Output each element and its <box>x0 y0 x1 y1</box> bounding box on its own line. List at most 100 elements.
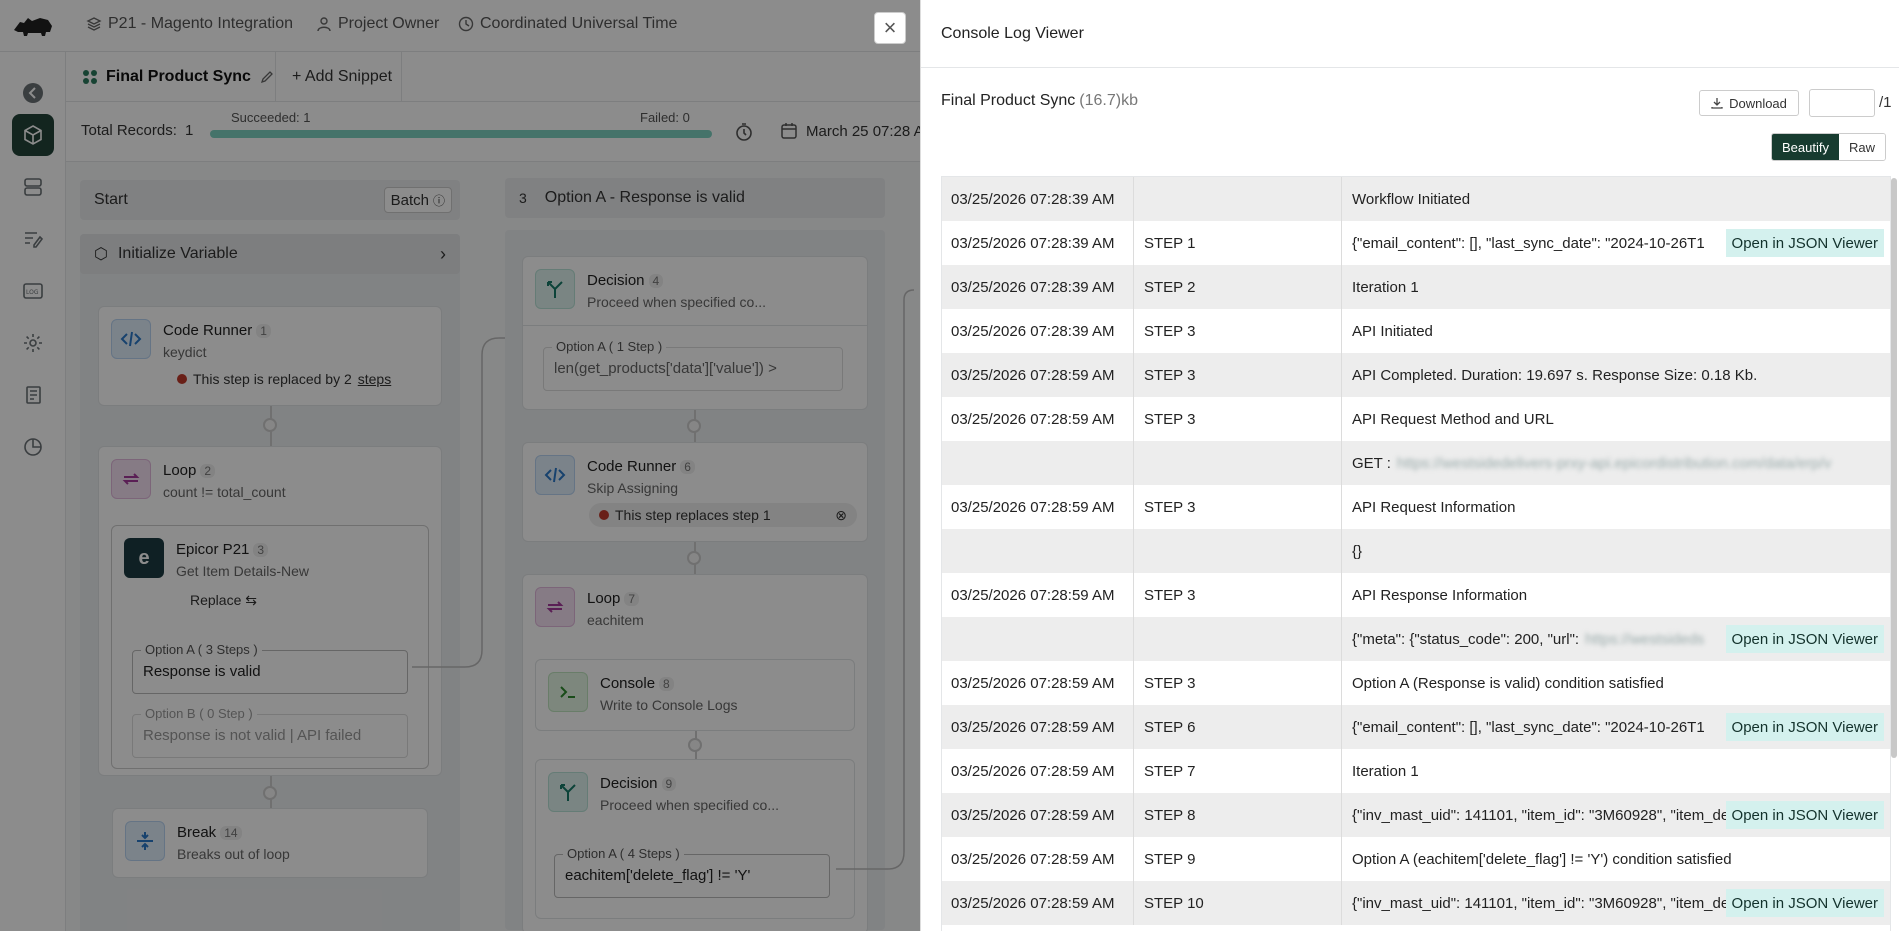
log-message-text: Option A (eachitem['delete_flag'] != 'Y'… <box>1352 850 1732 868</box>
log-row: 03/25/2026 07:28:59 AM STEP 10 {"inv_mast_… <box>942 881 1890 925</box>
log-step: STEP 3 <box>1134 397 1342 441</box>
log-message: {} <box>1342 529 1890 573</box>
log-message-text: Iteration 1 <box>1352 762 1419 780</box>
workflow-app: P21 - Magento Integration Project Owner … <box>0 0 920 931</box>
log-message-text: {"email_content": [], "last_sync_date": … <box>1352 718 1705 736</box>
page-number-input[interactable] <box>1809 89 1875 117</box>
log-row: 03/25/2026 07:28:59 AM STEP 9 Option A (ea… <box>942 837 1890 881</box>
log-row: {"meta": {"status_code": 200, "url": http… <box>942 617 1890 661</box>
log-timestamp: 03/25/2026 07:28:59 AM <box>942 837 1134 881</box>
log-row: 03/25/2026 07:28:39 AM STEP 3 API Initiate… <box>942 309 1890 353</box>
page-total: /1 <box>1879 94 1892 111</box>
log-row: 03/25/2026 07:28:59 AM STEP 3 API Response… <box>942 573 1890 617</box>
log-message: API Request Information <box>1342 485 1890 529</box>
modal-backdrop[interactable] <box>0 0 920 931</box>
log-message: Option A (Response is valid) condition s… <box>1342 661 1890 705</box>
log-row: 03/25/2026 07:28:39 AM STEP 1 {"email_cont… <box>942 221 1890 265</box>
log-timestamp: 03/25/2026 07:28:59 AM <box>942 397 1134 441</box>
log-message-text: {"email_content": [], "last_sync_date": … <box>1352 234 1705 252</box>
log-timestamp: 03/25/2026 07:28:39 AM <box>942 177 1134 221</box>
log-timestamp <box>942 441 1134 485</box>
log-message: {"email_content": [], "last_sync_date": … <box>1342 705 1890 749</box>
view-mode-toggle: Beautify Raw <box>1771 133 1886 161</box>
log-row: GET : https://westsidedelivers-prxy-api.e… <box>942 441 1890 485</box>
log-step <box>1134 529 1342 573</box>
log-message: {"meta": {"status_code": 200, "url": http… <box>1342 617 1890 661</box>
log-message: Option A (eachitem['delete_flag'] != 'Y'… <box>1342 837 1890 881</box>
open-json-viewer-button[interactable]: Open in JSON Viewer <box>1725 801 1884 829</box>
log-message-text: Option A (Response is valid) condition s… <box>1352 674 1664 692</box>
log-message-text: API Initiated <box>1352 322 1433 340</box>
log-step <box>1134 617 1342 661</box>
open-json-viewer-button[interactable]: Open in JSON Viewer <box>1725 229 1884 257</box>
close-drawer-button[interactable]: × <box>874 12 906 44</box>
log-timestamp: 03/25/2026 07:28:59 AM <box>942 485 1134 529</box>
log-timestamp: 03/25/2026 07:28:39 AM <box>942 265 1134 309</box>
log-message-text: Iteration 1 <box>1352 278 1419 296</box>
open-json-viewer-button[interactable]: Open in JSON Viewer <box>1725 625 1884 653</box>
log-row: 03/25/2026 07:28:59 AM STEP 3 Option A (Re… <box>942 661 1890 705</box>
log-timestamp: 03/25/2026 07:28:59 AM <box>942 705 1134 749</box>
log-row: {} <box>942 529 1890 573</box>
redacted-url: https://westsidedelivers-prxy-api.epicor… <box>1396 454 1832 472</box>
log-message-text: API Request Method and URL <box>1352 410 1554 428</box>
log-message-text: API Response Information <box>1352 586 1528 604</box>
log-timestamp: 03/25/2026 07:28:59 AM <box>942 353 1134 397</box>
log-message: API Request Method and URL <box>1342 397 1890 441</box>
log-message-text: GET : <box>1352 454 1391 472</box>
open-json-viewer-button[interactable]: Open in JSON Viewer <box>1725 713 1884 741</box>
console-log-viewer: Console Log Viewer Final Product Sync (16… <box>920 0 1899 931</box>
log-row: 03/25/2026 07:28:39 AM STEP 2 Iteration 1 <box>942 265 1890 309</box>
log-step <box>1134 177 1342 221</box>
log-timestamp: 03/25/2026 07:28:59 AM <box>942 749 1134 793</box>
log-step: STEP 2 <box>1134 265 1342 309</box>
log-message-text: {"meta": {"status_code": 200, "url": <box>1352 630 1580 648</box>
log-row: 03/25/2026 07:28:59 AM STEP 3 API Request … <box>942 397 1890 441</box>
log-message: Iteration 1 <box>1342 749 1890 793</box>
log-message: {"inv_mast_uid": 141101, "item_id": "3M6… <box>1342 881 1890 925</box>
log-step: STEP 3 <box>1134 309 1342 353</box>
log-row: 03/25/2026 07:28:59 AM STEP 3 API Request … <box>942 485 1890 529</box>
log-message: Iteration 1 <box>1342 265 1890 309</box>
log-step: STEP 9 <box>1134 837 1342 881</box>
log-row: 03/25/2026 07:28:59 AM STEP 7 Iteration 1 <box>942 749 1890 793</box>
raw-button[interactable]: Raw <box>1838 134 1885 160</box>
log-message: API Completed. Duration: 19.697 s. Respo… <box>1342 353 1890 397</box>
log-step: STEP 3 <box>1134 573 1342 617</box>
log-timestamp: 03/25/2026 07:28:39 AM <box>942 309 1134 353</box>
log-message-text: {} <box>1352 542 1363 560</box>
log-step: STEP 8 <box>1134 793 1342 837</box>
log-timestamp <box>942 529 1134 573</box>
log-timestamp: 03/25/2026 07:28:59 AM <box>942 793 1134 837</box>
log-step: STEP 6 <box>1134 705 1342 749</box>
log-scrollbar[interactable] <box>1891 178 1897 758</box>
log-step: STEP 7 <box>1134 749 1342 793</box>
log-step: STEP 10 <box>1134 881 1342 925</box>
open-json-viewer-button[interactable]: Open in JSON Viewer <box>1725 889 1884 917</box>
download-button[interactable]: Download <box>1699 90 1799 116</box>
log-step: STEP 3 <box>1134 661 1342 705</box>
log-message: GET : https://westsidedelivers-prxy-api.e… <box>1342 441 1890 485</box>
log-message: {"inv_mast_uid": 141101, "item_id": "3M6… <box>1342 793 1890 837</box>
drawer-title: Console Log Viewer <box>921 0 1899 68</box>
log-step: STEP 3 <box>1134 353 1342 397</box>
log-timestamp: 03/25/2026 07:28:59 AM <box>942 661 1134 705</box>
log-message: API Initiated <box>1342 309 1890 353</box>
log-row: 03/25/2026 07:28:59 AM STEP 8 {"inv_mast_u… <box>942 793 1890 837</box>
file-size: (16.7)kb <box>1079 92 1138 109</box>
log-timestamp: 03/25/2026 07:28:59 AM <box>942 573 1134 617</box>
beautify-button[interactable]: Beautify <box>1772 134 1839 160</box>
log-row: 03/25/2026 07:28:39 AM Workflow Initiated <box>942 177 1890 221</box>
log-message: {"email_content": [], "last_sync_date": … <box>1342 221 1890 265</box>
log-file-name: Final Product Sync (16.7)kb <box>941 92 1138 110</box>
log-message-text: {"inv_mast_uid": 141101, "item_id": "3M6… <box>1352 806 1730 824</box>
log-row: 03/25/2026 07:28:59 AM STEP 6 {"email_cont… <box>942 705 1890 749</box>
log-step: STEP 3 <box>1134 485 1342 529</box>
download-icon <box>1711 98 1723 109</box>
log-table: 03/25/2026 07:28:39 AM Workflow Initiated… <box>941 176 1891 931</box>
log-timestamp: 03/25/2026 07:28:59 AM <box>942 881 1134 925</box>
log-message-text: API Completed. Duration: 19.697 s. Respo… <box>1352 366 1758 384</box>
log-timestamp <box>942 617 1134 661</box>
log-step: STEP 1 <box>1134 221 1342 265</box>
log-message-text: {"inv_mast_uid": 141101, "item_id": "3M6… <box>1352 894 1730 912</box>
